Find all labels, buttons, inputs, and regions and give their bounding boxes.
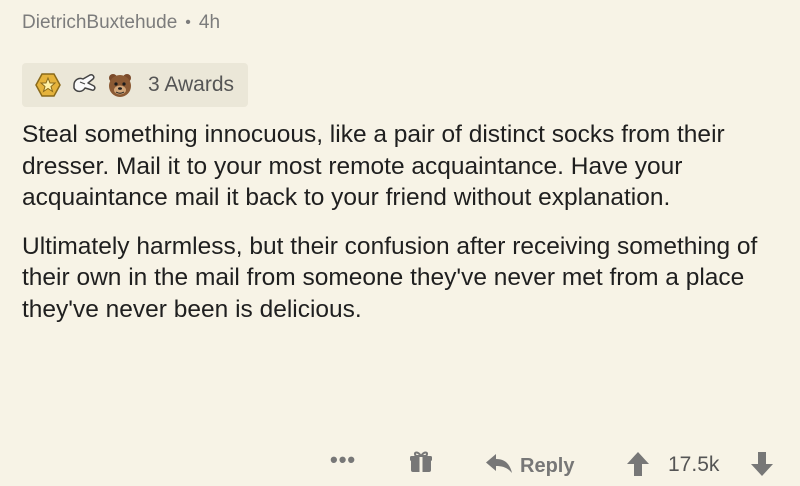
helping-hand-award-icon xyxy=(70,71,98,99)
comment: DietrichBuxtehude • 4h 3 Awards Steal so… xyxy=(0,0,800,486)
comment-header: DietrichBuxtehude • 4h xyxy=(22,12,220,34)
downvote-arrow-icon xyxy=(750,451,774,483)
comment-paragraph-1: Steal something innocuous, like a pair o… xyxy=(22,121,725,211)
reply-button[interactable]: Reply xyxy=(484,451,574,481)
reply-label: Reply xyxy=(520,454,575,477)
more-options-button[interactable]: ••• xyxy=(330,447,356,473)
awards-bar[interactable]: 3 Awards xyxy=(22,63,248,107)
reply-arrow-icon xyxy=(484,451,514,481)
comment-body: Steal something innocuous, like a pair o… xyxy=(22,119,782,342)
upvote-arrow-icon xyxy=(626,451,650,483)
downvote-button[interactable] xyxy=(750,451,774,483)
vote-score: 17.5k xyxy=(668,453,720,476)
comment-actions: ••• Reply 17.5k xyxy=(0,445,800,485)
give-award-button[interactable] xyxy=(408,449,434,481)
author-name[interactable]: DietrichBuxtehude xyxy=(22,12,177,34)
gift-icon xyxy=(408,449,434,481)
awards-count-label: 3 Awards xyxy=(148,73,234,96)
comment-paragraph-2: Ultimately harmless, but their confusion… xyxy=(22,232,758,323)
comment-age: 4h xyxy=(198,12,221,33)
gold-star-award-icon xyxy=(34,71,62,99)
bear-award-icon xyxy=(106,71,134,99)
upvote-button[interactable] xyxy=(626,451,650,483)
meta-separator: • xyxy=(185,14,191,31)
